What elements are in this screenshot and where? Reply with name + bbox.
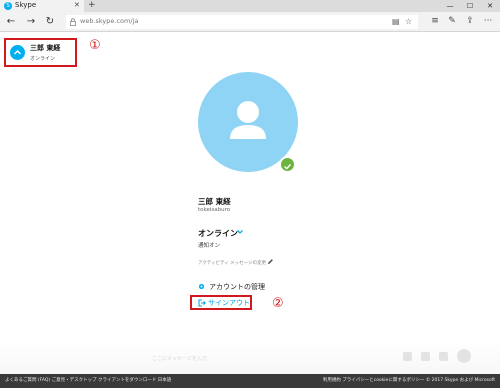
gear-icon (198, 283, 205, 290)
sign-out-button[interactable]: サインアウト (190, 295, 252, 310)
forward-arrow-icon[interactable]: → (24, 16, 38, 28)
refresh-icon[interactable]: ↻ (43, 16, 57, 28)
video-message-icon[interactable] (421, 352, 430, 361)
tab-close-icon[interactable]: ✕ (74, 1, 80, 9)
footer-links-right[interactable]: 利用規約 プライバシーとcookieに関するポリシー © 2017 Skype … (323, 377, 495, 383)
mood-message-input[interactable]: アクティビティ メッセージの変更 (198, 260, 266, 266)
lock-icon (70, 18, 76, 26)
emoticon-icon[interactable] (439, 352, 448, 361)
attach-file-icon[interactable] (403, 352, 412, 361)
web-note-icon[interactable]: ✎ (446, 16, 458, 26)
manage-account-label: アカウントの管理 (209, 283, 265, 291)
online-status-icon (279, 156, 296, 173)
sign-out-label: サインアウト (208, 299, 250, 307)
skype-page: 三郎 東経 オンライン ① 三郎 東経 tokeisaburo オンライン 通知… (0, 33, 500, 374)
page-footer: よくあるご質問 (FAQ) ご意見・デスクトップ クライアントをダウンロード 日… (0, 374, 500, 388)
tab-title: Skype (15, 1, 37, 9)
send-button[interactable] (457, 349, 471, 363)
message-input[interactable]: ここにメッセージを入力 (152, 355, 207, 362)
hub-icon[interactable]: ≡ (429, 16, 441, 26)
skype-id: tokeisaburo (198, 207, 231, 213)
favorite-star-icon[interactable]: ☆ (405, 17, 412, 26)
share-icon[interactable]: ⇪ (464, 16, 476, 26)
more-icon[interactable]: ··· (482, 16, 494, 26)
browser-tab-bar: S Skype ✕ + — ☐ ✕ (0, 0, 500, 12)
profile-name: 三郎 東経 (30, 44, 61, 52)
pencil-icon[interactable] (267, 258, 274, 265)
notification-status: 通知オン (198, 243, 221, 249)
address-bar[interactable]: web.skype.com/ja ▤ ☆ (66, 15, 418, 29)
maximize-button[interactable]: ☐ (460, 0, 480, 12)
annotation-marker-2: ② (272, 296, 284, 311)
browser-tab-skype[interactable]: S Skype ✕ (0, 0, 84, 12)
url-text: web.skype.com/ja (80, 17, 139, 25)
minimize-button[interactable]: — (440, 0, 460, 12)
display-name: 三郎 東経 (198, 197, 231, 206)
reading-view-icon[interactable]: ▤ (392, 17, 400, 26)
footer-links-left[interactable]: よくあるご質問 (FAQ) ご意見・デスクトップ クライアントをダウンロード 日… (5, 377, 171, 383)
annotation-marker-1: ① (89, 38, 101, 53)
browser-toolbar: ← → ↻ web.skype.com/ja ▤ ☆ ≡ ✎ ⇪ ··· (0, 12, 500, 32)
chevron-down-icon[interactable] (236, 228, 244, 236)
new-tab-button[interactable]: + (88, 0, 96, 10)
chevron-up-icon (10, 45, 25, 60)
skype-favicon-icon: S (4, 2, 12, 10)
presence-dropdown[interactable]: オンライン (198, 228, 238, 239)
back-arrow-icon[interactable]: ← (4, 16, 18, 28)
profile-header-button[interactable]: 三郎 東経 オンライン (4, 38, 77, 67)
sign-out-icon (198, 299, 206, 307)
profile-status: オンライン (30, 56, 56, 62)
close-window-button[interactable]: ✕ (480, 0, 500, 12)
message-composer: ここにメッセージを入力 (0, 341, 500, 374)
